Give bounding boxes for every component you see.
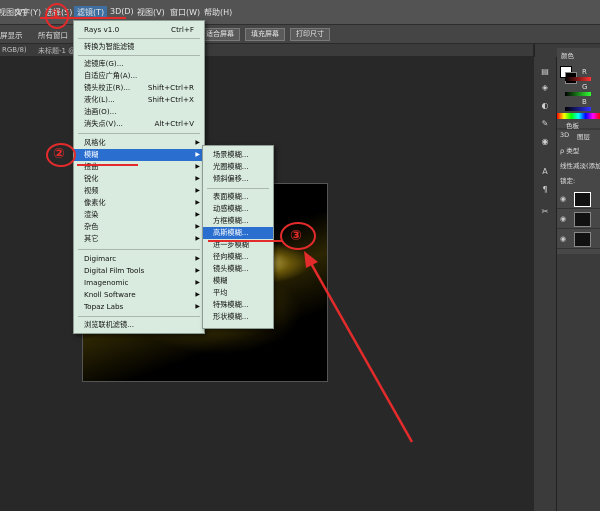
- annotation-label-3: ③: [290, 228, 302, 244]
- annotation-arrow-line: [306, 257, 414, 443]
- annotation-label-2: ②: [53, 146, 65, 162]
- annotation-arrow-head: [304, 251, 318, 268]
- annotation-label-1: ①: [50, 7, 62, 23]
- annotation-overlay: [40, 3, 414, 443]
